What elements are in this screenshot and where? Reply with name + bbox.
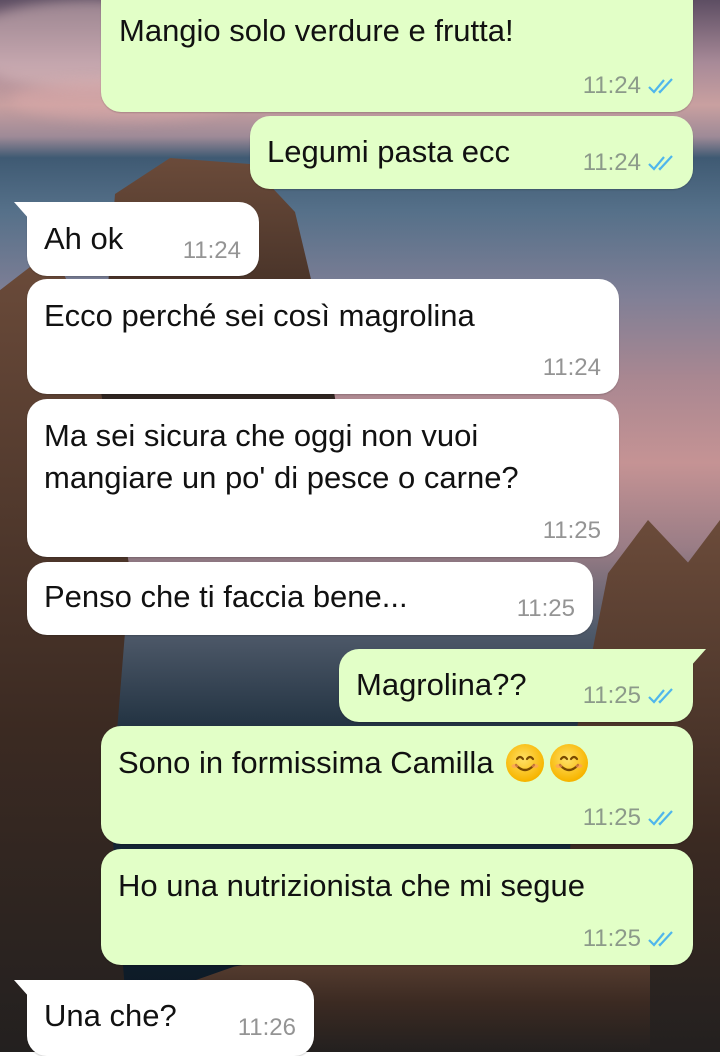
message-meta: 11:25 <box>583 925 679 953</box>
message-text: Sono in formissima Camilla <box>118 743 588 783</box>
smiling-face-icon <box>549 744 588 782</box>
message-meta: 11:25 <box>583 804 679 832</box>
message-text-content: Sono in formissima Camilla <box>118 745 494 780</box>
message-bubble-incoming[interactable]: Penso che ti faccia bene... 11:25 <box>27 562 593 635</box>
message-time: 11:25 <box>582 925 641 952</box>
message-text: Mangio solo verdure e frutta! <box>119 13 514 48</box>
message-meta: 11:25 <box>583 682 679 710</box>
message-text: Penso che ti faccia bene... <box>44 579 408 614</box>
message-bubble-outgoing[interactable]: Legumi pasta ecc 11:24 <box>250 116 693 189</box>
message-bubble-incoming[interactable]: Una che? 11:26 <box>14 980 314 1056</box>
message-meta: 11:26 <box>238 1014 296 1042</box>
message-time: 11:25 <box>582 804 641 831</box>
message-list[interactable]: Mangio solo verdure e frutta! 11:24 Legu… <box>0 0 720 1056</box>
read-receipt-icon <box>648 931 673 947</box>
message-text: Ho una nutrizionista che mi segue <box>118 868 585 903</box>
message-text: Ah ok <box>44 221 124 256</box>
message-bubble-outgoing[interactable]: Sono in formissima Camilla 11:25 <box>101 726 693 844</box>
message-meta: 11:25 <box>517 595 575 623</box>
message-meta: 11:24 <box>583 72 679 100</box>
read-receipt-icon <box>648 810 673 826</box>
message-meta: 11:24 <box>183 237 241 265</box>
message-time: 11:24 <box>582 72 641 99</box>
message-bubble-outgoing[interactable]: Mangio solo verdure e frutta! 11:24 <box>101 0 693 112</box>
message-meta: 11:24 <box>543 354 601 382</box>
read-receipt-icon <box>648 155 673 171</box>
read-receipt-icon <box>648 688 673 704</box>
message-text: Ecco perché sei così magrolina <box>44 298 475 333</box>
message-text: Magrolina?? <box>356 667 527 702</box>
smiling-face-icon <box>505 744 544 782</box>
message-text: Ma sei sicura che oggi non vuoi mangiare… <box>44 418 519 495</box>
message-text: Una che? <box>44 998 177 1033</box>
message-time: 11:24 <box>182 237 241 264</box>
message-time: 11:24 <box>582 149 641 176</box>
message-time: 11:26 <box>237 1014 296 1041</box>
message-time: 11:24 <box>542 354 601 381</box>
message-time: 11:25 <box>516 595 575 622</box>
read-receipt-icon <box>648 78 673 94</box>
message-time: 11:25 <box>542 517 601 544</box>
message-bubble-incoming[interactable]: Ah ok 11:24 <box>14 202 259 276</box>
message-meta: 11:24 <box>583 149 679 177</box>
message-text: Legumi pasta ecc <box>267 134 510 169</box>
message-bubble-outgoing[interactable]: Magrolina?? 11:25 <box>339 649 706 722</box>
message-meta: 11:25 <box>543 517 601 545</box>
message-time: 11:25 <box>582 682 641 709</box>
message-bubble-incoming[interactable]: Ma sei sicura che oggi non vuoi mangiare… <box>27 399 619 557</box>
message-bubble-outgoing[interactable]: Ho una nutrizionista che mi segue 11:25 <box>101 849 693 965</box>
message-bubble-incoming[interactable]: Ecco perché sei così magrolina 11:24 <box>27 279 619 394</box>
